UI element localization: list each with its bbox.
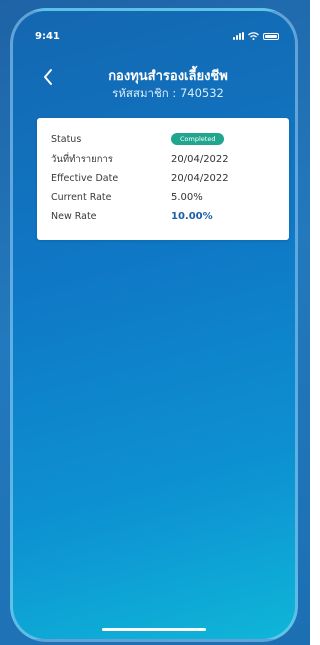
signal-icon (233, 32, 244, 40)
status-badge: Completed (171, 132, 225, 146)
status-label: Status (51, 133, 82, 145)
detail-row-effective-date: Effective Date 20/04/2022 (51, 170, 279, 186)
page-title: กองทุนสำรองเลี้ยงชีพ (108, 69, 228, 84)
detail-row-new-rate: New Rate 10.00% (51, 208, 279, 224)
wifi-icon (248, 32, 259, 40)
home-indicator[interactable] (102, 628, 206, 631)
effective-date-value: 20/04/2022 (171, 172, 229, 184)
stage-background: 9:41 กองทุนสำรองเลี้ยงชีพ รหัสสมาชิก: 7… (0, 0, 310, 645)
phone-screen: 9:41 กองทุนสำรองเลี้ยงชีพ รหัสสมาชิก: 7… (10, 8, 298, 642)
current-rate-value: 5.00% (171, 191, 203, 203)
member-id: รหัสสมาชิก : 740532 (112, 86, 224, 100)
battery-icon (263, 32, 279, 40)
new-rate-label: New Rate (51, 210, 97, 222)
detail-row-status: Status Completed (51, 131, 279, 147)
transaction-details-card: Status Completed วันที่ทำรายการ 20/04/20… (37, 118, 289, 240)
transaction-date-value: 20/04/2022 (171, 153, 229, 165)
new-rate-value: 10.00% (171, 210, 213, 222)
status-bar: 9:41 (13, 11, 295, 51)
detail-row-current-rate: Current Rate 5.00% (51, 189, 279, 205)
effective-date-label: Effective Date (51, 172, 119, 184)
current-rate-label: Current Rate (51, 191, 112, 203)
status-icons (233, 32, 279, 40)
status-time: 9:41 (35, 31, 60, 42)
detail-row-transaction-date: วันที่ทำรายการ 20/04/2022 (51, 151, 279, 167)
transaction-date-label: วันที่ทำรายการ (51, 153, 113, 165)
page-header: กองทุนสำรองเลี้ยงชีพ รหัสสมาชิก : 740532 (13, 59, 295, 109)
